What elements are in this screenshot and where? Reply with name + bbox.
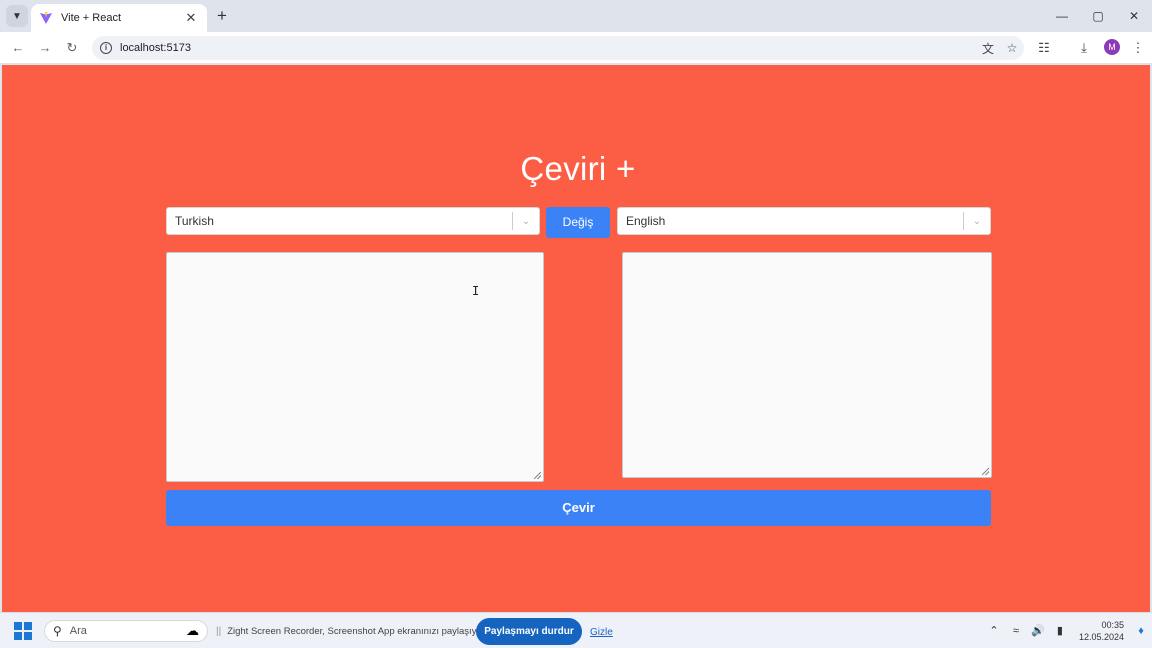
- source-text-input[interactable]: [166, 252, 544, 482]
- close-icon[interactable]: ✕: [183, 10, 199, 26]
- url-text[interactable]: localhost:5173: [120, 42, 976, 54]
- browser-tab[interactable]: Vite + React ✕: [31, 4, 207, 32]
- drag-handle-icon[interactable]: ||: [216, 626, 221, 637]
- page-title: Çeviri +: [520, 150, 636, 187]
- notification-bell-icon[interactable]: ♦: [1132, 622, 1150, 640]
- volume-icon[interactable]: 🔊: [1029, 622, 1047, 640]
- resize-handle[interactable]: [534, 472, 541, 479]
- extensions-icon[interactable]: ☷: [1034, 38, 1054, 58]
- reload-icon[interactable]: ↻: [62, 38, 82, 58]
- target-language-value: English: [626, 214, 666, 228]
- window-controls: — ▢ ✕: [1044, 0, 1152, 32]
- clock-date: 12.05.2024: [1078, 632, 1124, 642]
- clock-time: 00:35: [1101, 620, 1124, 630]
- search-placeholder: Ara: [69, 625, 87, 637]
- chevron-down-icon[interactable]: ⌄: [513, 216, 539, 227]
- resize-handle[interactable]: [982, 468, 989, 475]
- wifi-icon[interactable]: ≈: [1007, 622, 1025, 640]
- translate-icon[interactable]: 文: [976, 38, 1000, 58]
- browser-toolbar: ← → ↻ i localhost:5173 文 ☆ ☷ ⤓ ⋮: [0, 32, 1152, 64]
- chevron-down-icon[interactable]: ⌄: [964, 216, 990, 227]
- text-cursor-icon: I: [472, 284, 480, 298]
- battery-icon[interactable]: ▮: [1051, 622, 1069, 640]
- translate-button[interactable]: Çevir: [166, 490, 991, 526]
- back-icon[interactable]: ←: [8, 38, 28, 58]
- source-language-value: Turkish: [175, 214, 214, 228]
- maximize-icon[interactable]: ▢: [1080, 0, 1116, 32]
- swap-languages-button[interactable]: Değiş: [546, 207, 610, 238]
- target-text-output[interactable]: [622, 252, 992, 478]
- chevron-up-icon[interactable]: ⌃: [985, 622, 1003, 640]
- window-close-icon[interactable]: ✕: [1116, 0, 1152, 32]
- tab-title: Vite + React: [61, 12, 122, 24]
- search-highlight-icon: ☁: [186, 623, 199, 638]
- avatar[interactable]: M: [1104, 39, 1120, 55]
- search-icon: ⚲: [53, 624, 62, 638]
- taskbar-search[interactable]: ⚲ Ara ☁: [44, 620, 208, 642]
- clock[interactable]: 00:35 12.05.2024: [1079, 619, 1124, 643]
- bookmark-star-icon[interactable]: ☆: [1000, 38, 1024, 58]
- tab-search-icon[interactable]: ▼: [6, 5, 28, 27]
- new-tab-icon[interactable]: +: [212, 6, 232, 26]
- address-bar[interactable]: i localhost:5173 文 ☆: [92, 36, 1024, 60]
- forward-icon[interactable]: →: [35, 38, 55, 58]
- download-icon[interactable]: ⤓: [1074, 38, 1094, 58]
- site-info-icon[interactable]: i: [100, 42, 112, 54]
- share-message: Zight Screen Recorder, Screenshot App ek…: [227, 625, 488, 637]
- app-page: Çeviri + Turkish ⌄ Değiş English ⌄ I Çev…: [2, 65, 1150, 612]
- source-language-select[interactable]: Turkish ⌄: [166, 207, 540, 235]
- browser-tabstrip: ▼ Vite + React ✕ + — ▢ ✕: [0, 0, 1152, 32]
- screen-share-bar: || Zight Screen Recorder, Screenshot App…: [210, 613, 618, 648]
- taskbar: ⚲ Ara ☁ || Zight Screen Recorder, Screen…: [0, 612, 1152, 648]
- hide-link[interactable]: Gizle: [590, 627, 613, 638]
- target-language-select[interactable]: English ⌄: [617, 207, 991, 235]
- stop-sharing-button[interactable]: Paylaşmayı durdur: [476, 618, 582, 645]
- vite-favicon: [40, 12, 52, 24]
- menu-icon[interactable]: ⋮: [1128, 38, 1148, 58]
- system-tray: ⌃ ≈ 🔊 ▮ 00:35 12.05.2024 ♦: [983, 613, 1152, 648]
- minimize-icon[interactable]: —: [1044, 0, 1080, 32]
- windows-start-icon[interactable]: [14, 622, 32, 640]
